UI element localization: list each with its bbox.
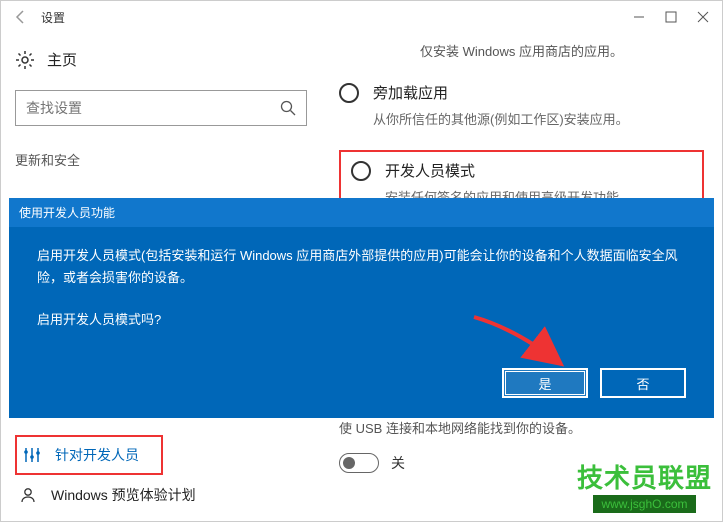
yes-button[interactable]: 是	[502, 368, 588, 398]
radio-desc: 从你所信任的其他源(例如工作区)安装应用。	[373, 109, 704, 128]
person-icon	[19, 486, 37, 504]
maximize-button[interactable]	[664, 10, 678, 24]
window-titlebar: 设置	[1, 1, 722, 33]
home-label: 主页	[47, 49, 77, 70]
sidebar-item-for-developers[interactable]: 针对开发人员	[15, 435, 163, 475]
sliders-icon	[23, 446, 41, 464]
gear-icon	[15, 50, 35, 70]
radio-label: 旁加载应用	[373, 82, 448, 103]
sidebar-item-label: Windows 预览体验计划	[51, 485, 196, 505]
sidebar-item-insider[interactable]: Windows 预览体验计划	[15, 475, 307, 515]
dialog-title: 使用开发人员功能	[9, 198, 714, 227]
search-icon	[280, 100, 296, 116]
radio-sideload[interactable]: 旁加载应用	[339, 82, 704, 103]
toggle-label: 关	[391, 453, 405, 473]
close-button[interactable]	[696, 10, 710, 24]
watermark-url: www.jsghO.com	[593, 495, 695, 513]
radio-devmode[interactable]: 开发人员模式	[351, 160, 692, 181]
watermark: 技术员联盟 www.jsghO.com	[577, 458, 712, 513]
window-title: 设置	[41, 9, 632, 26]
radio-icon	[339, 83, 359, 103]
dialog-question: 启用开发人员模式吗?	[37, 309, 686, 328]
dialog-message: 启用开发人员模式(包括安装和运行 Windows 应用商店外部提供的应用)可能会…	[37, 245, 686, 289]
minimize-button[interactable]	[632, 10, 646, 24]
back-button[interactable]	[9, 5, 33, 29]
sidebar-item-label: 针对开发人员	[55, 445, 139, 465]
home-link[interactable]: 主页	[15, 49, 307, 70]
toggle-switch[interactable]	[339, 453, 379, 473]
watermark-text: 技术员联盟	[577, 458, 712, 495]
confirm-dialog: 使用开发人员功能 启用开发人员模式(包括安装和运行 Windows 应用商店外部…	[9, 198, 714, 418]
search-input[interactable]	[26, 100, 280, 116]
window-controls	[632, 10, 710, 24]
section-title: 更新和安全	[15, 150, 307, 169]
usb-text: 使 USB 连接和本地网络能找到你的设备。	[339, 418, 704, 437]
no-button[interactable]: 否	[600, 368, 686, 398]
search-box[interactable]	[15, 90, 307, 126]
store-hint: 仅安装 Windows 应用商店的应用。	[339, 41, 704, 60]
radio-icon	[351, 161, 371, 181]
radio-label: 开发人员模式	[385, 160, 475, 181]
